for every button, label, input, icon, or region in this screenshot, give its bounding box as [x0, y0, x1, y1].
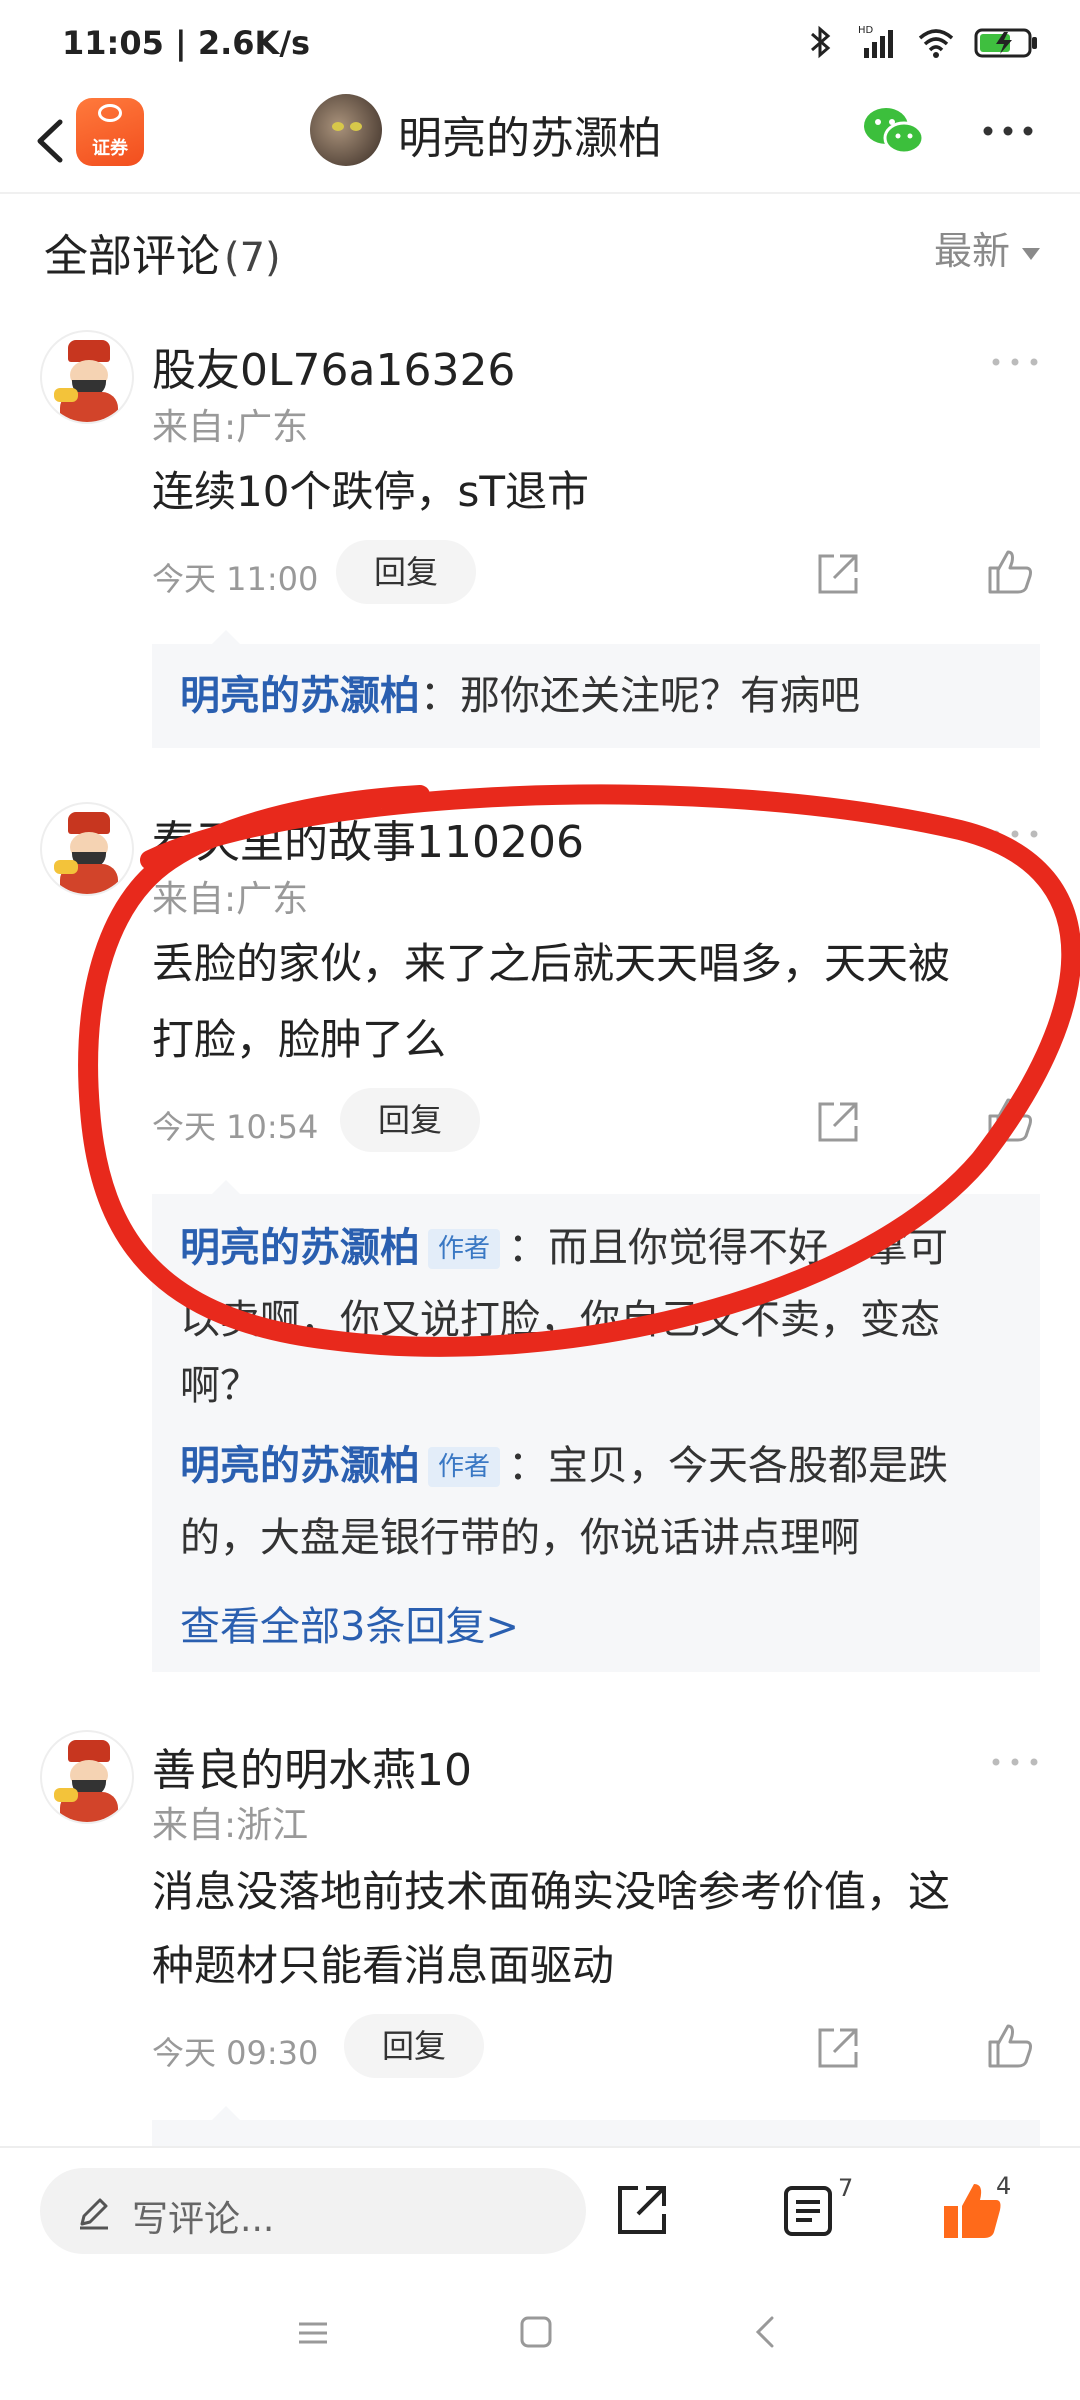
- user-avatar[interactable]: [40, 1730, 134, 1824]
- reply-item[interactable]: 明亮的苏灏柏 作者 ：宝贝，今天各股都是跌: [180, 1430, 1010, 1502]
- comment-username[interactable]: 股友0L76a16326: [152, 334, 515, 398]
- signal-icon: HD: [858, 25, 893, 58]
- share-icon[interactable]: [612, 2180, 672, 2240]
- battery-icon: [974, 28, 1037, 58]
- comment-time: 今天 10:54: [152, 1108, 319, 1146]
- reply-text-line: 的，大盘是银行带的，你说话讲点理啊: [180, 1515, 860, 1561]
- bottom-action-bar: 写评论... 7 4: [0, 2146, 1080, 2272]
- menu-icon[interactable]: [296, 2316, 330, 2350]
- comment-location: 来自:广东: [152, 879, 309, 920]
- comment-more-icon[interactable]: [990, 1752, 1040, 1772]
- like-filled-icon[interactable]: [940, 2178, 1004, 2242]
- reply-button[interactable]: 回复: [344, 2014, 485, 2078]
- write-comment-input[interactable]: 写评论...: [40, 2168, 586, 2254]
- comment-time: 今天 11:00: [152, 560, 319, 598]
- comment-location: 来自:广东: [152, 407, 309, 448]
- comment-text-line: 种题材只能看消息面驱动: [152, 1941, 615, 1990]
- comment-username[interactable]: 善良的明水燕10: [152, 1734, 472, 1798]
- all-comments-title: 全部评论 (7): [44, 220, 281, 284]
- comment-text-line: 丢脸的家伙，来了之后就天天唱多，天天被: [152, 939, 951, 988]
- reply-item[interactable]: 明亮的苏灏柏 作者 ：而且你觉得不好，拿可: [180, 1212, 1010, 1284]
- logo-ring-icon: [98, 104, 122, 122]
- top-header: 证券 明亮的苏灏柏: [0, 88, 1080, 194]
- comment-location: 来自:浙江: [152, 1805, 309, 1846]
- status-icons: HD: [800, 22, 1040, 62]
- comment-text: 连续10个跌停，sT退市: [152, 467, 589, 516]
- comment-count: (7): [224, 235, 281, 281]
- svg-text:HD: HD: [858, 25, 874, 36]
- likes-badge-count: 4: [996, 2172, 1012, 2200]
- reply-text-line: 啊？: [180, 1363, 260, 1409]
- thumbs-up-icon[interactable]: [984, 2020, 1036, 2072]
- author-badge: 作者: [428, 1447, 501, 1487]
- comment-time: 今天 09:30: [152, 2034, 319, 2072]
- home-icon[interactable]: [518, 2314, 554, 2350]
- reply-button[interactable]: 回复: [340, 1088, 481, 1152]
- share-icon[interactable]: [812, 1096, 864, 1148]
- comment-text-line: 打脸，脸肿了么: [152, 1015, 447, 1064]
- app-logo-label: 证券: [92, 138, 128, 159]
- reply-text: ：宝贝，今天各股都是跌: [508, 1443, 949, 1489]
- reply-button[interactable]: 回复: [336, 540, 477, 604]
- comment-more-icon[interactable]: [990, 824, 1040, 844]
- reply-author[interactable]: 明亮的苏灏柏: [180, 1443, 420, 1489]
- reply-author[interactable]: 明亮的苏灏柏: [180, 1225, 420, 1271]
- pen-icon: [80, 2198, 108, 2230]
- caret-down-icon: [1022, 247, 1040, 260]
- status-bar: 11:05 | 2.6K/s HD: [0, 0, 1080, 88]
- system-nav-bar: [0, 2272, 1080, 2400]
- wifi-icon: [918, 29, 954, 58]
- reply-item[interactable]: 明亮的苏灏柏：那你还关注呢？有病吧: [180, 660, 1010, 732]
- share-icon[interactable]: [812, 548, 864, 600]
- author-badge: 作者: [428, 1229, 501, 1269]
- reply-author[interactable]: 明亮的苏灏柏: [180, 673, 420, 719]
- nav-back-icon[interactable]: [748, 2314, 784, 2350]
- reply-text: ：而且你觉得不好，拿可: [508, 1225, 949, 1271]
- user-avatar[interactable]: [40, 330, 134, 424]
- reply-text: ：那你还关注呢？有病吧: [420, 673, 860, 719]
- reply-box: 明亮的苏灏柏 作者 ：而且你觉得不好，拿可 以卖啊，你又说打脸，你自己又不卖，变态 …: [152, 1180, 1040, 1672]
- back-arrow-icon[interactable]: [24, 108, 84, 174]
- write-comment-placeholder: 写评论...: [132, 2199, 275, 2240]
- comment-username[interactable]: 春天里的故事110206: [152, 806, 584, 870]
- user-avatar[interactable]: [40, 802, 134, 896]
- reply-text-line: 以卖啊，你又说打脸，你自己又不卖，变态: [180, 1297, 940, 1343]
- sort-dropdown[interactable]: 最新: [934, 220, 1040, 275]
- wechat-icon[interactable]: [860, 102, 926, 160]
- view-all-replies-link[interactable]: 查看全部3条回复>: [180, 1594, 519, 1652]
- author-avatar[interactable]: [310, 94, 382, 166]
- thumbs-up-icon[interactable]: [984, 1094, 1036, 1146]
- more-options-icon[interactable]: [980, 116, 1036, 146]
- reply-box: [152, 2106, 1040, 2146]
- all-comments-label: 全部评论: [44, 231, 220, 282]
- comments-badge-count: 7: [838, 2174, 854, 2202]
- sort-label: 最新: [933, 229, 1010, 273]
- comment-more-icon[interactable]: [990, 352, 1040, 372]
- bluetooth-icon: [811, 25, 831, 59]
- comment-text-line: 消息没落地前技术面确实没啥参考价值，这: [152, 1867, 951, 1916]
- thumbs-up-icon[interactable]: [984, 546, 1036, 598]
- page-title[interactable]: 明亮的苏灏柏: [398, 102, 662, 166]
- status-time: 11:05 | 2.6K/s: [62, 24, 311, 62]
- comments-list-icon[interactable]: [780, 2180, 836, 2240]
- reply-box: 明亮的苏灏柏：那你还关注呢？有病吧: [152, 630, 1040, 748]
- share-icon[interactable]: [812, 2022, 864, 2074]
- app-logo[interactable]: 证券: [76, 98, 144, 166]
